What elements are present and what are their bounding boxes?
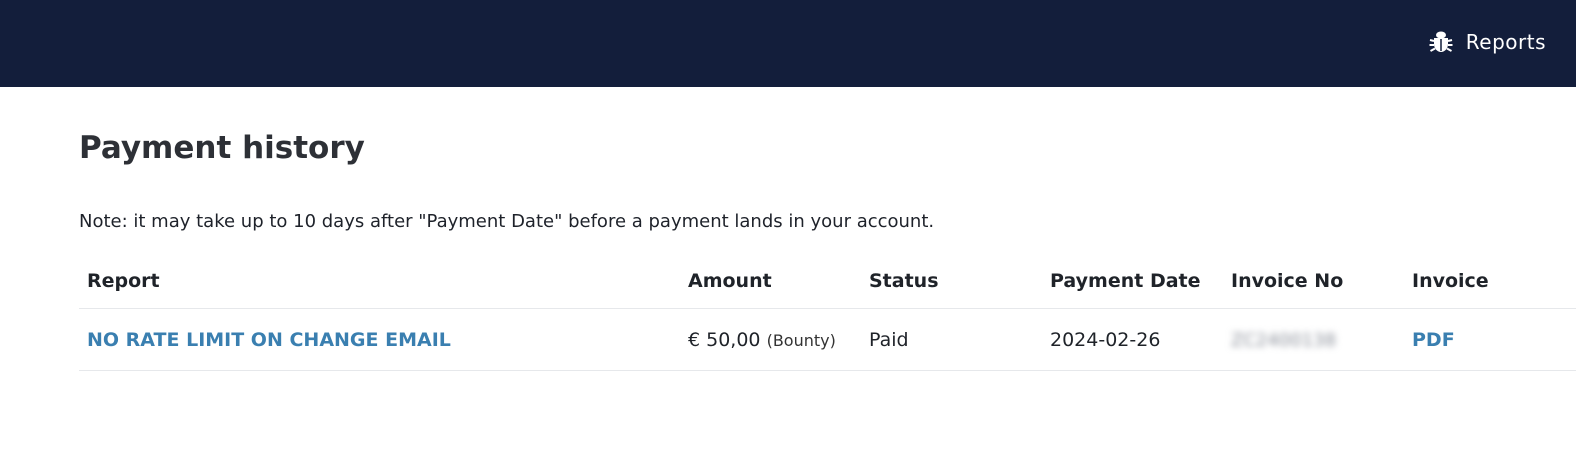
table-row: NO RATE LIMIT ON CHANGE EMAIL € 50,00 (B… (79, 308, 1576, 371)
bug-icon (1429, 31, 1453, 52)
cell-status: Paid (861, 308, 1042, 371)
table-header-row: Report Amount Status Payment Date Invoic… (79, 254, 1576, 309)
cell-report: NO RATE LIMIT ON CHANGE EMAIL (79, 308, 680, 371)
column-header-payment-date: Payment Date (1042, 254, 1223, 309)
column-header-report: Report (79, 254, 680, 309)
top-navigation-bar: Reports (0, 0, 1576, 87)
amount-value: € 50,00 (688, 328, 761, 351)
column-header-invoice: Invoice (1404, 254, 1576, 309)
cell-invoice-no: ZC2400138 (1223, 308, 1404, 371)
report-link[interactable]: NO RATE LIMIT ON CHANGE EMAIL (87, 329, 451, 351)
main-content: Payment history Note: it may take up to … (0, 87, 1576, 371)
cell-amount: € 50,00 (Bounty) (680, 308, 861, 371)
cell-invoice: PDF (1404, 308, 1576, 371)
invoice-pdf-link[interactable]: PDF (1412, 329, 1455, 351)
column-header-amount: Amount (680, 254, 861, 309)
amount-type: (Bounty) (766, 330, 836, 350)
invoice-number-redacted: ZC2400138 (1231, 329, 1337, 351)
payment-note: Note: it may take up to 10 days after "P… (79, 211, 935, 232)
nav-reports-label: Reports (1465, 30, 1546, 54)
payment-history-table: Report Amount Status Payment Date Invoic… (79, 254, 1576, 371)
column-header-status: Status (861, 254, 1042, 309)
nav-reports-link[interactable]: Reports (1428, 29, 1546, 55)
cell-payment-date: 2024-02-26 (1042, 308, 1223, 371)
page-title: Payment history (79, 130, 365, 166)
column-header-invoice-no: Invoice No (1223, 254, 1404, 309)
